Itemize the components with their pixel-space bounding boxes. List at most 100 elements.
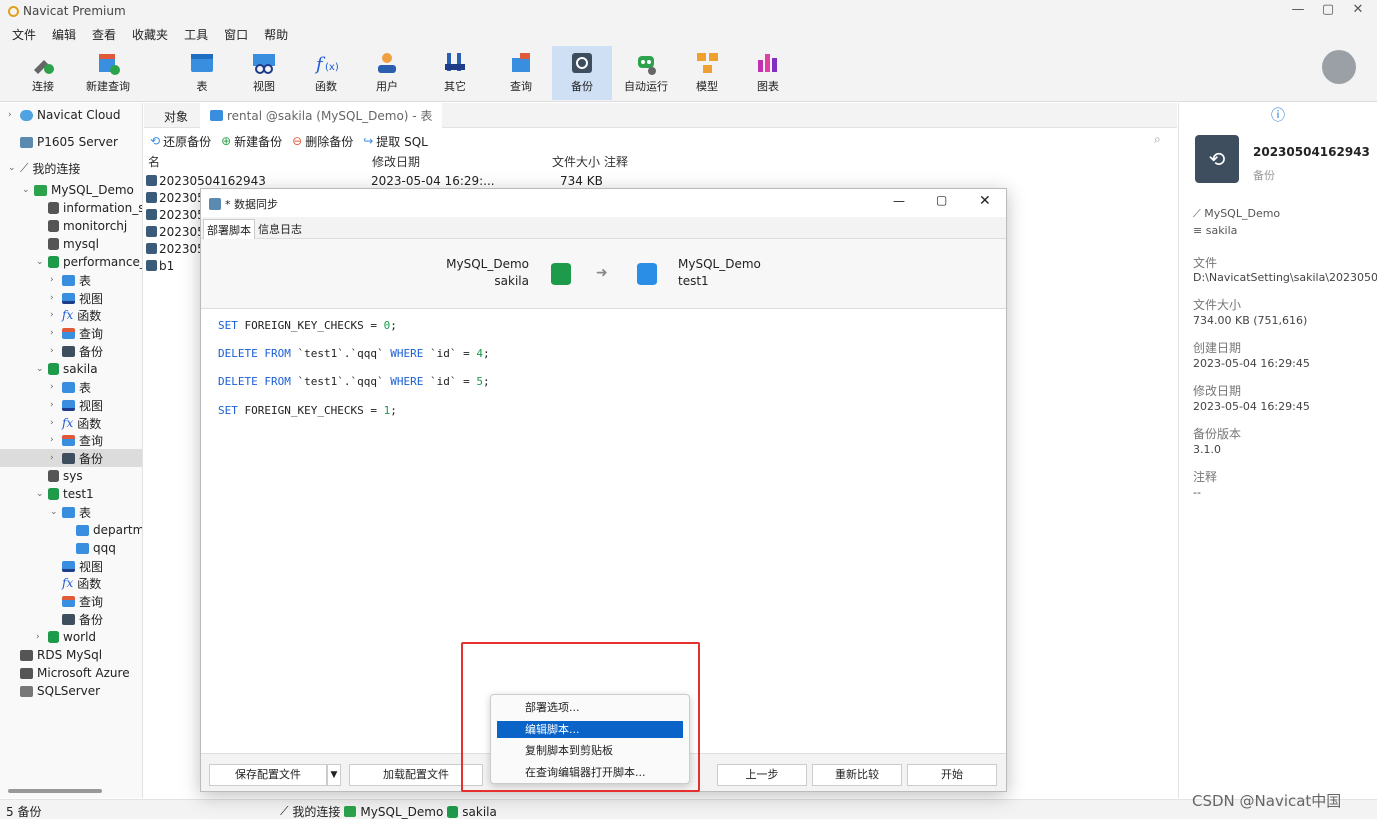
tree-item[interactable]: SQLServer [8, 682, 100, 700]
toolbar-new-query-button[interactable]: 新建查询 [81, 46, 135, 100]
tree-item[interactable]: ⌄ 表 [50, 503, 91, 521]
toolbar-other-button[interactable]: 其它 [428, 46, 482, 100]
previous-button[interactable]: 上一步 [717, 764, 807, 786]
table-row[interactable]: 202305 [146, 189, 205, 206]
menu-file[interactable]: 文件 [4, 22, 44, 44]
tree-item[interactable]: ⌄ test1 [36, 485, 94, 503]
chevron-down-icon[interactable]: ⌄ [22, 185, 30, 195]
menu-view[interactable]: 查看 [84, 22, 124, 44]
tree-item[interactable]: fx 函数 [50, 574, 101, 592]
chevron-right-icon[interactable]: › [50, 418, 58, 428]
tree-item[interactable]: › 视图 [50, 289, 103, 307]
tree-item[interactable]: departme [64, 521, 142, 539]
chevron-right-icon[interactable]: › [50, 453, 58, 463]
menu-help[interactable]: 帮助 [256, 22, 296, 44]
menu-window[interactable]: 窗口 [216, 22, 256, 44]
save-profile-button[interactable]: 保存配置文件 [209, 764, 327, 786]
chevron-right-icon[interactable]: › [50, 293, 58, 303]
tree-item[interactable]: sys [36, 467, 83, 485]
tree-item[interactable]: information_sc [36, 199, 142, 217]
tree-item[interactable]: ⌄ sakila [36, 360, 98, 378]
new-backup-button[interactable]: ⊕ 新建备份 [221, 133, 282, 150]
table-row[interactable]: b1 [146, 257, 174, 274]
toolbar-table-button[interactable]: 表 [175, 46, 229, 100]
menu-favorites[interactable]: 收藏夹 [124, 22, 176, 44]
tab-deploy-script[interactable]: 部署脚本 [203, 219, 255, 240]
chevron-right-icon[interactable]: › [50, 275, 58, 285]
column-header-name[interactable]: 名 [148, 153, 160, 170]
chevron-down-icon[interactable]: ⌄ [50, 507, 58, 517]
table-row[interactable]: 202305 [146, 223, 205, 240]
chevron-down-icon[interactable]: ⌄ [36, 364, 44, 374]
toolbar-chart-button[interactable]: 图表 [741, 46, 795, 100]
table-row[interactable]: 202305 [146, 206, 205, 223]
tree-item[interactable]: monitorchj [36, 217, 127, 235]
info-icon[interactable]: ⓘ [1271, 105, 1285, 125]
toolbar-backup-button[interactable]: 备份 [552, 46, 612, 100]
tree-item[interactable]: › 表 [50, 271, 91, 289]
column-header-size[interactable]: 文件大小 [552, 153, 600, 170]
recompare-button[interactable]: 重新比较 [812, 764, 902, 786]
chevron-down-icon[interactable]: ⌄ [8, 163, 16, 173]
chevron-right-icon[interactable]: › [50, 328, 58, 338]
tree-item[interactable]: › fx 函数 [50, 306, 101, 324]
tree-item[interactable]: 备份 [50, 610, 103, 628]
tree-item[interactable]: ⌄ performance_s [36, 253, 142, 271]
tab-message-log[interactable]: 信息日志 [255, 219, 305, 239]
toolbar-model-button[interactable]: 模型 [680, 46, 734, 100]
tree-item[interactable]: › 备份 [50, 342, 103, 360]
tree-item[interactable]: › 查询 [50, 324, 103, 342]
close-window-button[interactable]: ✕ [1343, 2, 1373, 20]
tab-objects[interactable]: 对象 [154, 103, 198, 128]
menu-edit[interactable]: 编辑 [44, 22, 84, 44]
dialog-minimize-button[interactable]: — [893, 194, 905, 208]
chevron-down-icon[interactable]: ⌄ [36, 489, 44, 499]
delete-backup-button[interactable]: ⊖ 删除备份 [292, 133, 353, 150]
extract-sql-button[interactable]: ↪ 提取 SQL [363, 133, 428, 150]
chevron-right-icon[interactable]: › [50, 310, 58, 320]
tree-item[interactable]: › 查询 [50, 431, 103, 449]
toolbar-user-button[interactable]: 用户 [360, 46, 414, 100]
toolbar-connection-button[interactable]: 连接 [16, 46, 70, 100]
chevron-down-icon[interactable]: ⌄ [36, 257, 44, 267]
tree-item[interactable]: › 表 [50, 378, 91, 396]
chevron-right-icon[interactable]: › [50, 400, 58, 410]
chevron-right-icon[interactable]: › [50, 346, 58, 356]
tree-item[interactable]: P1605 Server [8, 133, 118, 151]
table-row[interactable]: 20230504162943 [146, 172, 266, 189]
toolbar-function-button[interactable]: f (x) 函数 [299, 46, 353, 100]
dialog-close-button[interactable]: ✕ [979, 193, 991, 209]
toolbar-automation-button[interactable]: 自动运行 [618, 46, 674, 100]
horizontal-scrollbar[interactable] [8, 789, 102, 793]
chevron-right-icon[interactable]: › [50, 435, 58, 445]
chevron-right-icon[interactable]: › [50, 382, 58, 392]
table-row[interactable]: 202305 [146, 240, 205, 257]
tree-item[interactable]: › fx 函数 [50, 414, 101, 432]
toolbar-view-button[interactable]: 视图 [237, 46, 291, 100]
column-header-modified[interactable]: 修改日期 [372, 153, 420, 170]
tree-item[interactable]: 视图 [50, 557, 103, 575]
tree-item[interactable]: ⌄ MySQL_Demo [22, 181, 134, 199]
dialog-maximize-button[interactable]: ▢ [936, 193, 947, 207]
tree-item[interactable]: ⌄ ⟋ 我的连接 [8, 159, 80, 177]
tree-item[interactable]: Microsoft Azure [8, 664, 130, 682]
chevron-right-icon[interactable]: › [8, 110, 16, 120]
tree-item[interactable]: RDS MySql [8, 646, 102, 664]
minimize-button[interactable]: — [1283, 2, 1313, 20]
tab-rental[interactable]: rental @sakila (MySQL_Demo) - 表 [200, 103, 443, 128]
tree-item[interactable]: › world [36, 628, 96, 646]
start-button[interactable]: 开始 [907, 764, 997, 786]
tree-item[interactable]: 查询 [50, 592, 103, 610]
tree-item[interactable]: mysql [36, 235, 99, 253]
save-dropdown-button[interactable]: ▼ [327, 764, 341, 786]
tree-item[interactable]: › Navicat Cloud [8, 106, 121, 124]
column-header-comment[interactable]: 注释 [604, 153, 628, 170]
tree-item[interactable]: › 视图 [50, 396, 103, 414]
avatar[interactable] [1322, 50, 1356, 84]
restore-backup-button[interactable]: ⟲ 还原备份 [150, 133, 211, 150]
toolbar-query-button[interactable]: 查询 [494, 46, 548, 100]
tree-item[interactable]: › 备份 [0, 449, 142, 467]
tree-item[interactable]: qqq [64, 539, 116, 557]
maximize-button[interactable]: ▢ [1313, 2, 1343, 20]
chevron-right-icon[interactable]: › [36, 632, 44, 642]
